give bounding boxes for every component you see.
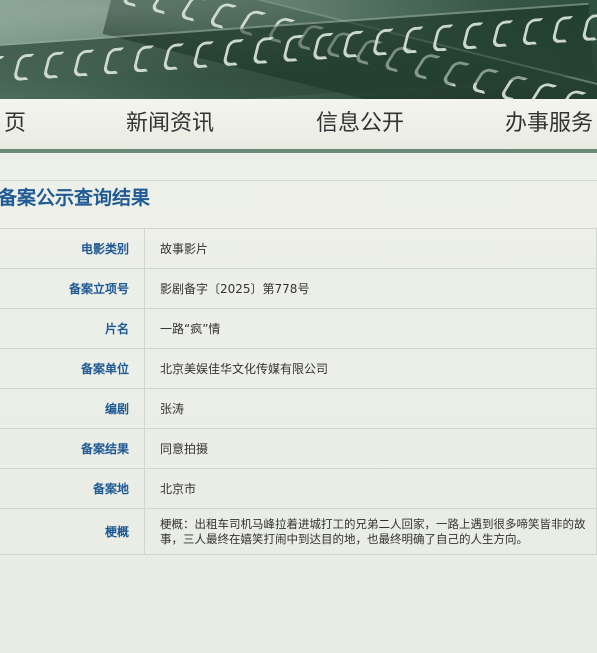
- nav-item-home[interactable]: 页: [4, 99, 26, 149]
- table-row: 备案立项号 影剧备字〔2025〕第778号: [0, 268, 597, 309]
- table-row: 片名 一路“疯”情: [0, 308, 597, 349]
- page: 页 新闻资讯 信息公开 办事服务 备案公示查询结果 电影类别 故事影片 备案立项…: [0, 0, 597, 653]
- table-row: 备案地 北京市: [0, 468, 597, 509]
- field-label-filing-unit: 备案单位: [0, 348, 145, 389]
- field-label-filing-result: 备案结果: [0, 428, 145, 469]
- field-value-filing-unit: 北京美娱佳华文化传媒有限公司: [144, 348, 597, 389]
- field-label-filing-number: 备案立项号: [0, 268, 145, 309]
- nav-item-services[interactable]: 办事服务: [505, 99, 593, 149]
- field-value-filing-number: 影剧备字〔2025〕第778号: [144, 268, 597, 309]
- table-row: 备案结果 同意拍摄: [0, 428, 597, 469]
- table-row: 编剧 张涛: [0, 388, 597, 429]
- nav-item-info-disclosure[interactable]: 信息公开: [316, 99, 404, 149]
- field-label-synopsis: 梗概: [0, 508, 145, 555]
- field-value-filing-result: 同意拍摄: [144, 428, 597, 469]
- field-label-film-category: 电影类别: [0, 228, 145, 269]
- field-value-film-category: 故事影片: [144, 228, 597, 269]
- field-value-title: 一路“疯”情: [144, 308, 597, 349]
- table-row: 电影类别 故事影片: [0, 228, 597, 269]
- field-label-screenwriter: 编剧: [0, 388, 145, 429]
- record-table: 电影类别 故事影片 备案立项号 影剧备字〔2025〕第778号 片名 一路“疯”…: [0, 228, 597, 555]
- nav-item-news[interactable]: 新闻资讯: [126, 99, 214, 149]
- table-row: 备案单位 北京美娱佳华文化传媒有限公司: [0, 348, 597, 389]
- page-title: 备案公示查询结果: [0, 187, 151, 209]
- field-label-filing-location: 备案地: [0, 468, 145, 509]
- field-value-synopsis: 梗概：出租车司机马峰拉着进城打工的兄弟二人回家，一路上遇到很多啼笑皆非的故事，三…: [144, 508, 597, 555]
- field-value-filing-location: 北京市: [144, 468, 597, 509]
- main-nav: 页 新闻资讯 信息公开 办事服务: [0, 99, 597, 153]
- field-value-screenwriter: 张涛: [144, 388, 597, 429]
- site-banner: [0, 0, 597, 99]
- table-row: 梗概 梗概：出租车司机马峰拉着进城打工的兄弟二人回家，一路上遇到很多啼笑皆非的故…: [0, 508, 597, 555]
- divider: [0, 180, 597, 181]
- field-label-title: 片名: [0, 308, 145, 349]
